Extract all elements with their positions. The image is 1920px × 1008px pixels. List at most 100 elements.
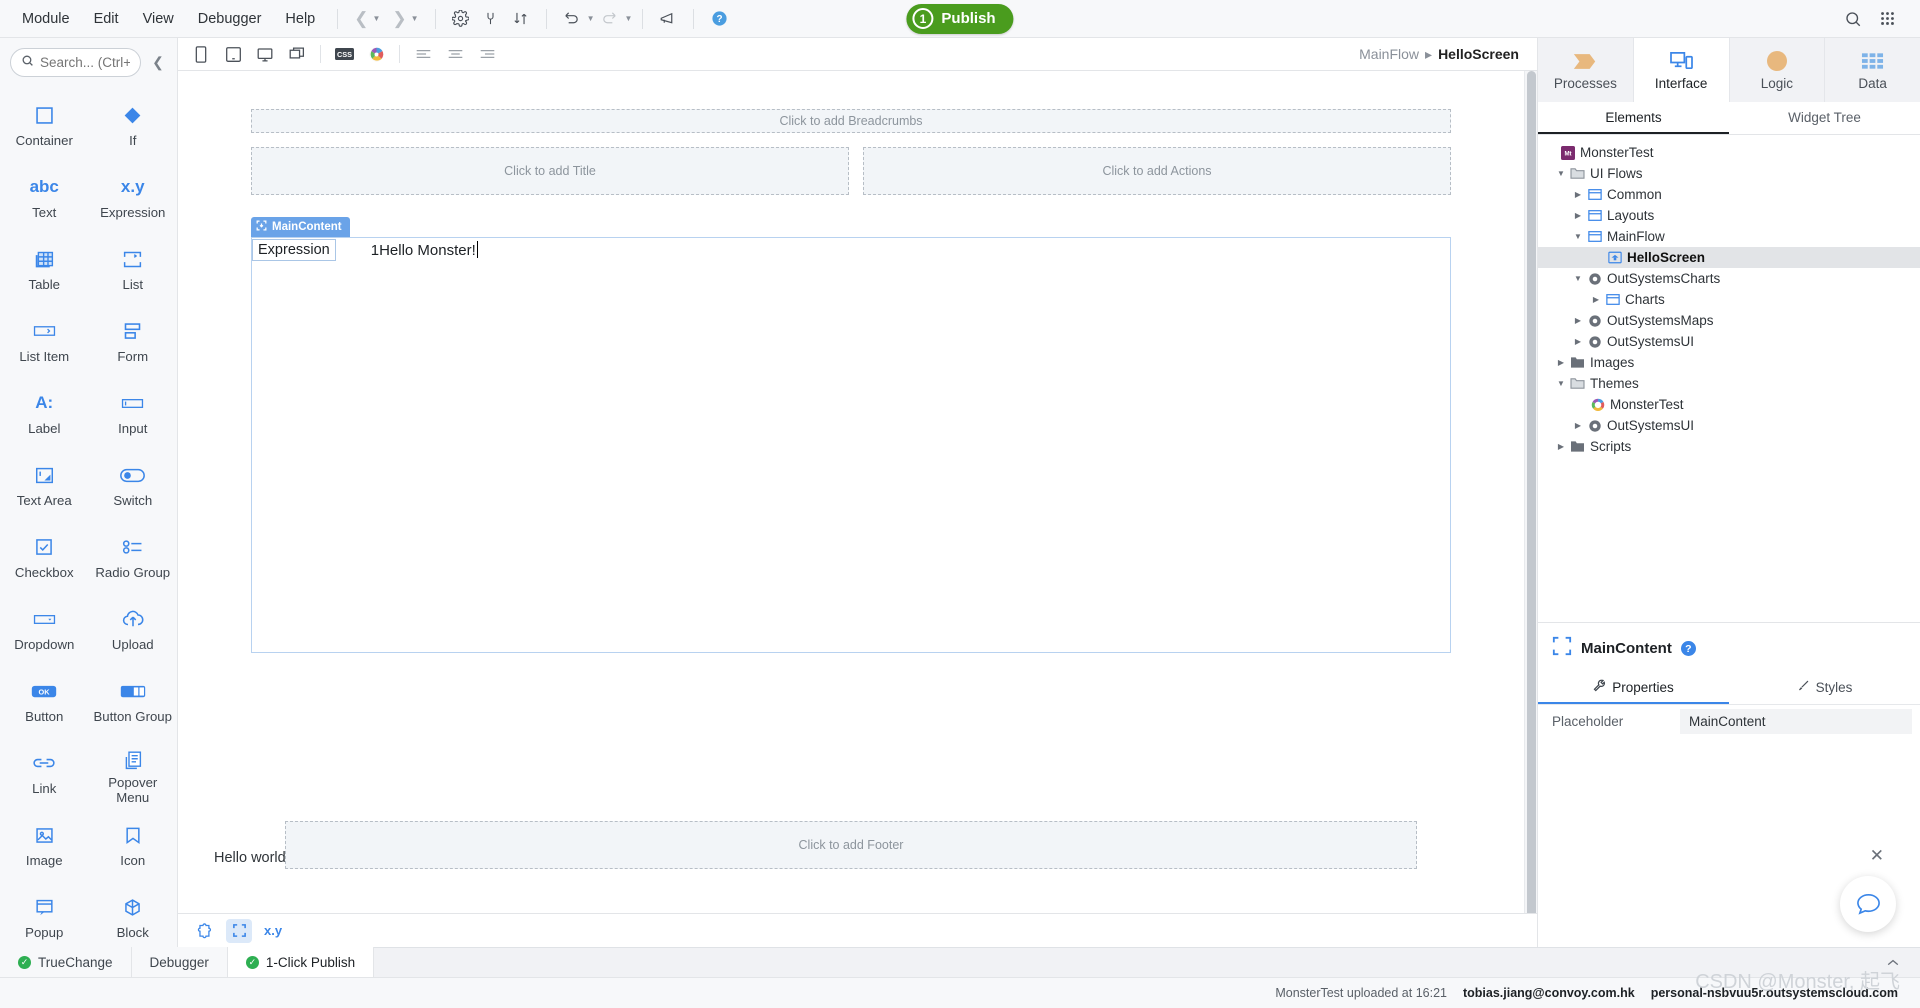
tab-logic[interactable]: Logic — [1730, 38, 1826, 102]
twisty-closed-icon[interactable]: ▶ — [1571, 316, 1585, 325]
placeholder-footer[interactable]: Click to add Footer — [285, 821, 1417, 869]
collapse-panel-chevron-icon[interactable] — [1878, 949, 1908, 977]
twisty-closed-icon[interactable]: ▶ — [1571, 211, 1585, 220]
scrollbar-thumb[interactable] — [1527, 71, 1536, 913]
widget-table[interactable]: Table — [0, 235, 89, 307]
widget-form[interactable]: Form — [89, 307, 178, 379]
placeholder-select-button[interactable] — [226, 918, 252, 943]
tree-row[interactable]: ▼ UI Flows — [1538, 163, 1920, 184]
widget-popover-menu[interactable]: Popover Menu — [89, 739, 178, 811]
tab-interface[interactable]: Interface — [1633, 38, 1730, 102]
widget-label-widget[interactable]: A: Label — [0, 379, 89, 451]
settings-button[interactable] — [446, 5, 476, 33]
redo-dropdown-icon[interactable]: ▼ — [625, 14, 633, 23]
twisty-closed-icon[interactable]: ▶ — [1571, 190, 1585, 199]
widget-block[interactable]: Block — [89, 883, 178, 947]
tablet-preview-button[interactable] — [218, 41, 248, 67]
widget-image[interactable]: Image — [0, 811, 89, 883]
widget-popup[interactable]: Popup — [0, 883, 89, 947]
help-icon[interactable]: ? — [1680, 641, 1696, 656]
puzzle-block-button[interactable] — [192, 919, 218, 943]
widget-list-item[interactable]: List Item — [0, 307, 89, 379]
widget-link[interactable]: Link — [0, 739, 89, 811]
align-left-button[interactable] — [408, 41, 438, 67]
tree-row[interactable]: ▶ Scripts — [1538, 436, 1920, 457]
menu-view[interactable]: View — [131, 6, 186, 32]
widget-input[interactable]: Input — [89, 379, 178, 451]
widget-icon[interactable]: Icon — [89, 811, 178, 883]
canvas-vertical-scrollbar[interactable] — [1524, 71, 1537, 913]
bottom-tab-debugger[interactable]: Debugger — [131, 947, 228, 977]
global-search-button[interactable] — [1838, 5, 1868, 33]
tree-row[interactable]: ▶ OutSystemsMaps — [1538, 310, 1920, 331]
menu-module[interactable]: Module — [10, 6, 82, 32]
responsive-preview-button[interactable] — [282, 41, 312, 67]
subtab-elements[interactable]: Elements — [1538, 102, 1729, 134]
search-box[interactable] — [10, 48, 141, 77]
twisty-closed-icon[interactable]: ▶ — [1554, 442, 1568, 451]
tab-processes[interactable]: Processes — [1538, 38, 1634, 102]
widget-switch[interactable]: Switch — [89, 451, 178, 523]
widget-checkbox[interactable]: Checkbox — [0, 523, 89, 595]
bottom-tab-1-click-publish[interactable]: ✓ 1-Click Publish — [227, 947, 375, 977]
back-button[interactable]: ❮ ▼ — [348, 5, 386, 33]
widget-upload[interactable]: Upload — [89, 595, 178, 667]
widget-text-area[interactable]: Text Area — [0, 451, 89, 523]
twisty-closed-icon[interactable]: ▶ — [1589, 295, 1603, 304]
search-input[interactable] — [40, 55, 130, 70]
collapse-toolbox-icon[interactable]: ❮ — [147, 54, 169, 71]
breadcrumb-parent[interactable]: MainFlow — [1359, 46, 1419, 62]
chat-support-button[interactable] — [1840, 876, 1896, 932]
twisty-open-icon[interactable]: ▼ — [1571, 232, 1585, 241]
widget-container[interactable]: Container — [0, 91, 89, 163]
tree-row[interactable]: ▶ OutSystemsUI — [1538, 331, 1920, 352]
app-grid-button[interactable] — [1872, 5, 1902, 33]
twisty-closed-icon[interactable]: ▶ — [1571, 421, 1585, 430]
desktop-preview-button[interactable] — [250, 41, 280, 67]
sort-arrows-button[interactable] — [506, 5, 536, 33]
tree-row[interactable]: ▶ Images — [1538, 352, 1920, 373]
tab-data[interactable]: Data — [1825, 38, 1920, 102]
undo-button[interactable] — [557, 5, 587, 33]
widget-expression[interactable]: x.y Expression — [89, 163, 178, 235]
widget-dropdown[interactable]: Dropdown — [0, 595, 89, 667]
undo-dropdown-icon[interactable]: ▼ — [587, 14, 595, 23]
property-value-field[interactable]: MainContent — [1680, 708, 1912, 734]
phone-preview-button[interactable] — [186, 41, 216, 67]
subtab-widget-tree[interactable]: Widget Tree — [1729, 102, 1920, 134]
widget-button-group[interactable]: Button Group — [89, 667, 178, 739]
widget-radio-group[interactable]: Radio Group — [89, 523, 178, 595]
tree-row[interactable]: ▼ MainFlow — [1538, 226, 1920, 247]
placeholder-actions[interactable]: Click to add Actions — [863, 147, 1451, 195]
theme-colors-button[interactable] — [361, 41, 391, 67]
tab-styles[interactable]: Styles — [1729, 672, 1920, 704]
tree-row[interactable]: ▶ OutSystemsUI — [1538, 415, 1920, 436]
help-circle-button[interactable]: ? — [704, 5, 734, 33]
tab-properties[interactable]: Properties — [1538, 672, 1729, 704]
close-icon[interactable]: ✕ — [1870, 846, 1884, 866]
tree-row[interactable]: ▶ Common — [1538, 184, 1920, 205]
plug-extension-button[interactable] — [476, 5, 506, 33]
tree-row[interactable]: ▶ Layouts — [1538, 205, 1920, 226]
screen-design-surface[interactable]: Click to add Breadcrumbs Click to add Ti… — [178, 71, 1524, 913]
redo-button[interactable] — [595, 5, 625, 33]
align-center-button[interactable] — [440, 41, 470, 67]
main-content-tag[interactable]: MainContent — [251, 217, 350, 237]
tree-row[interactable]: MonsterTest — [1538, 394, 1920, 415]
twisty-open-icon[interactable]: ▼ — [1554, 169, 1568, 178]
tree-row[interactable]: ▼ Themes — [1538, 373, 1920, 394]
align-right-button[interactable] — [472, 41, 502, 67]
tree-row[interactable]: ▶ Charts — [1538, 289, 1920, 310]
menu-help[interactable]: Help — [273, 6, 327, 32]
tree-row-helloscreen[interactable]: HelloScreen — [1538, 247, 1920, 268]
bottom-tab-truechange[interactable]: ✓ TrueChange — [0, 947, 132, 977]
placeholder-title[interactable]: Click to add Title — [251, 147, 849, 195]
widget-list[interactable]: List — [89, 235, 178, 307]
expression-widget-chip[interactable]: Expression — [252, 239, 336, 261]
twisty-closed-icon[interactable]: ▶ — [1571, 337, 1585, 346]
main-content-body[interactable]: Expression 1Hello Monster! — [251, 237, 1451, 653]
twisty-closed-icon[interactable]: ▶ — [1554, 358, 1568, 367]
widget-button[interactable]: OK Button — [0, 667, 89, 739]
publish-button[interactable]: 1 Publish — [906, 3, 1014, 34]
menu-debugger[interactable]: Debugger — [186, 6, 274, 32]
